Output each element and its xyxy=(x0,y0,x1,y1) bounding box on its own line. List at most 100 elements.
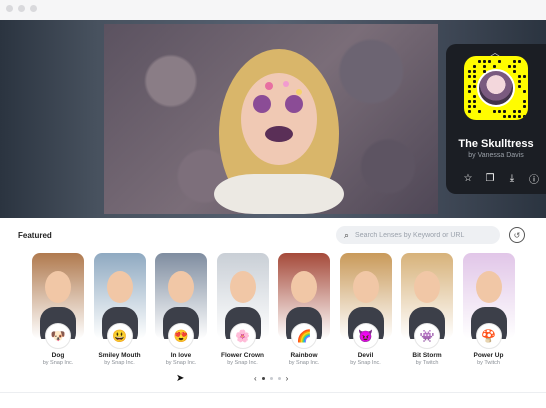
lens-card[interactable]: 🐶 Dog by Snap Inc. xyxy=(32,253,84,371)
lens-thumbnail xyxy=(477,69,515,107)
snapcode-dot xyxy=(483,65,486,68)
snapcode-dot xyxy=(473,75,476,78)
snapcode-dot xyxy=(518,110,521,113)
snapcode-dot xyxy=(518,80,521,83)
snapcode-dot xyxy=(498,110,501,113)
snapcode-dot xyxy=(468,110,471,113)
snapcode-dot xyxy=(478,60,481,63)
search-bar[interactable]: ⌕ xyxy=(336,226,500,244)
window-controls xyxy=(6,5,37,12)
snapcode-dot xyxy=(473,65,476,68)
star-icon[interactable]: ☆ xyxy=(460,170,476,186)
lens-author: by Snap Inc. xyxy=(227,360,258,366)
snapcode-dot xyxy=(518,85,521,88)
snapcode-dot xyxy=(523,90,526,93)
search-icon: ⌕ xyxy=(344,229,350,240)
lens-name: Power Up xyxy=(473,352,504,359)
lens-badge-icon: 😈 xyxy=(352,323,379,349)
lens-badge-icon: 👾 xyxy=(414,323,440,349)
featured-label: Featured xyxy=(18,231,52,240)
snapcode-dot xyxy=(518,75,521,78)
lens-badge-icon: 🌈 xyxy=(291,323,317,349)
snapcode-dot xyxy=(468,105,471,108)
lens-name: Flower Crown xyxy=(221,352,264,359)
snapcode-dot xyxy=(508,65,511,68)
lens-author: by Snap Inc. xyxy=(288,360,320,366)
lens-card[interactable]: 🌸 Flower Crown by Snap Inc. xyxy=(216,253,269,371)
page-dot[interactable] xyxy=(261,377,265,380)
snapcode-dot xyxy=(513,60,516,63)
lens-studio-app: ︿ The Skulltress by Vanessa Davis ☆ ❐ ⤓ … xyxy=(0,0,546,408)
snapcode-dot xyxy=(493,110,496,113)
snapcode-dot xyxy=(473,100,476,103)
search-input[interactable] xyxy=(355,231,496,239)
lens-card[interactable]: 👾 Bit Storm by Twitch xyxy=(401,253,453,371)
camera-preview xyxy=(104,24,438,214)
info-icon[interactable]: ⓘ xyxy=(526,170,542,186)
bottom-divider xyxy=(0,392,546,393)
snapcode-dot xyxy=(488,60,491,63)
lens-name: In love xyxy=(170,352,192,359)
snapcode-dot xyxy=(518,60,521,63)
page-dot[interactable] xyxy=(277,377,281,380)
snapcode-dot xyxy=(503,110,506,113)
snapcode-dot xyxy=(513,70,516,73)
snapcode-dot xyxy=(473,85,476,88)
snapcode-dot xyxy=(508,115,511,118)
snapcode-dot xyxy=(498,60,501,63)
lens-card[interactable]: 😍 In love by Snap Inc. xyxy=(155,253,207,371)
lens-author: by Vanessa Davis xyxy=(468,152,524,159)
snapcode[interactable] xyxy=(464,56,528,120)
page-dot[interactable] xyxy=(269,377,273,380)
lens-name: Smiley Mouth xyxy=(98,352,141,359)
featured-lenses-row: 🐶 Dog by Snap Inc. 😃 Smiley Mouth by Snap In… xyxy=(32,253,515,371)
minimize-dot[interactable] xyxy=(18,5,25,12)
snapcode-dot xyxy=(523,100,526,103)
snapcode-dot xyxy=(503,115,506,118)
history-icon[interactable]: ↺ xyxy=(509,227,525,243)
lens-card[interactable]: 😃 Smiley Mouth by Snap Inc. xyxy=(93,253,146,371)
lens-author: by Snap Inc. xyxy=(42,360,74,366)
snapcode-dot xyxy=(473,70,476,73)
lens-author: by Snap Inc. xyxy=(104,360,135,366)
pager: ‹ › xyxy=(254,374,288,383)
snapcode-dot xyxy=(523,115,526,118)
lens-author: by Twitch xyxy=(415,360,439,366)
snapcode-dot xyxy=(523,75,526,78)
copy-icon[interactable]: ❐ xyxy=(482,170,498,186)
snapcode-dot xyxy=(478,110,481,113)
lens-author: by Snap Inc. xyxy=(165,360,197,366)
lens-name: Rainbow xyxy=(290,352,318,359)
snapcode-dot xyxy=(518,115,521,118)
lens-name: Bit Storm xyxy=(412,352,442,359)
person-illustration xyxy=(214,49,344,214)
snapcode-dot xyxy=(468,70,471,73)
prev-page-icon[interactable]: ‹ xyxy=(254,374,257,383)
lens-author: by Twitch xyxy=(477,360,500,366)
lens-card[interactable]: 🍄 Power Up by Twitch xyxy=(462,253,515,371)
snapcode-dot xyxy=(468,100,471,103)
title-bar xyxy=(0,0,546,20)
lens-badge-icon: 🍄 xyxy=(475,323,502,349)
lens-name: Devil xyxy=(357,352,374,359)
mouse-cursor: ➤ xyxy=(176,373,185,384)
lens-card[interactable]: 😈 Devil by Snap Inc. xyxy=(339,253,392,371)
lens-badge-icon: 😍 xyxy=(168,323,194,349)
next-page-icon[interactable]: › xyxy=(286,374,289,383)
maximize-dot[interactable] xyxy=(30,5,37,12)
snapcode-dot xyxy=(493,65,496,68)
download-icon[interactable]: ⤓ xyxy=(504,170,520,186)
lens-actions: ☆ ❐ ⤓ ⓘ xyxy=(460,170,542,186)
close-dot[interactable] xyxy=(6,5,13,12)
lens-author: by Snap Inc. xyxy=(350,360,381,366)
lens-badge-icon: 😃 xyxy=(106,323,133,349)
lens-info-card: ︿ The Skulltress by Vanessa Davis ☆ ❐ ⤓ … xyxy=(446,44,546,194)
snapcode-dot xyxy=(473,80,476,83)
snapcode-dot xyxy=(513,115,516,118)
snapcode-dot xyxy=(483,60,486,63)
snapcode-dot xyxy=(468,90,471,93)
snapcode-dot xyxy=(513,110,516,113)
lens-card[interactable]: 🌈 Rainbow by Snap Inc. xyxy=(278,253,330,371)
snapcode-dot xyxy=(473,105,476,108)
snapcode-dot xyxy=(523,105,526,108)
